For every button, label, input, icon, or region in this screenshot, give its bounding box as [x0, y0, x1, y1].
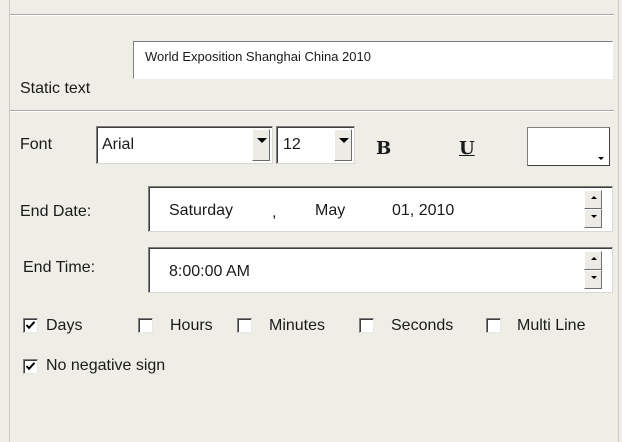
- font-family-dropdown-icon[interactable]: [252, 129, 270, 161]
- panel-right-border: [618, 0, 619, 442]
- end-time-spinner[interactable]: [584, 251, 602, 289]
- spin-down-icon[interactable]: [584, 209, 602, 228]
- hours-checkbox[interactable]: [138, 318, 153, 333]
- end-date-day-year[interactable]: 01, 2010: [392, 202, 454, 220]
- bold-button[interactable]: B: [376, 138, 391, 159]
- spin-down-icon[interactable]: [584, 270, 602, 289]
- spin-up-icon[interactable]: [584, 251, 602, 270]
- days-checkbox[interactable]: [23, 318, 38, 333]
- section-divider: [10, 110, 614, 112]
- color-dropdown-icon: [598, 157, 604, 160]
- end-date-label: End Date:: [20, 203, 92, 220]
- hours-label: Hours: [170, 317, 213, 334]
- underline-button[interactable]: U: [459, 138, 475, 159]
- font-label: Font: [20, 136, 53, 153]
- static-text-value: World Exposition Shanghai China 2010: [145, 49, 371, 64]
- font-size-select[interactable]: 12: [276, 126, 355, 164]
- minutes-checkbox[interactable]: [237, 318, 252, 333]
- multi-line-label: Multi Line: [517, 317, 586, 334]
- no-negative-sign-label: No negative sign: [46, 357, 166, 374]
- seconds-label: Seconds: [391, 317, 454, 334]
- countdown-properties-panel: Static text World Exposition Shanghai Ch…: [0, 0, 622, 442]
- end-date-weekday[interactable]: Saturday: [169, 202, 233, 220]
- checkmark-icon: [25, 321, 36, 330]
- checkmark-icon: [25, 362, 36, 371]
- end-date-separator: ,: [272, 204, 277, 221]
- font-size-value: 12: [283, 136, 301, 153]
- panel-left-border: [9, 0, 10, 442]
- seconds-checkbox[interactable]: [359, 318, 374, 333]
- multi-line-checkbox[interactable]: [486, 318, 501, 333]
- font-family-select[interactable]: Arial: [96, 126, 273, 164]
- static-text-label: Static text: [20, 80, 91, 97]
- font-size-dropdown-icon[interactable]: [334, 129, 352, 161]
- end-date-picker[interactable]: Saturday , May 01, 2010: [148, 186, 613, 232]
- days-label: Days: [46, 317, 83, 334]
- end-date-spinner[interactable]: [584, 190, 602, 228]
- end-time-picker[interactable]: 8:00:00 AM: [148, 247, 613, 293]
- top-divider: [10, 14, 614, 16]
- static-text-input[interactable]: World Exposition Shanghai China 2010: [133, 41, 613, 79]
- spin-up-icon[interactable]: [584, 190, 602, 209]
- minutes-label: Minutes: [269, 317, 326, 334]
- end-time-label: End Time:: [23, 259, 96, 276]
- font-color-picker[interactable]: [527, 127, 610, 166]
- end-date-month[interactable]: May: [315, 202, 345, 220]
- end-time-value[interactable]: 8:00:00 AM: [169, 263, 250, 281]
- no-negative-sign-checkbox[interactable]: [23, 359, 38, 374]
- font-family-value: Arial: [102, 136, 135, 153]
